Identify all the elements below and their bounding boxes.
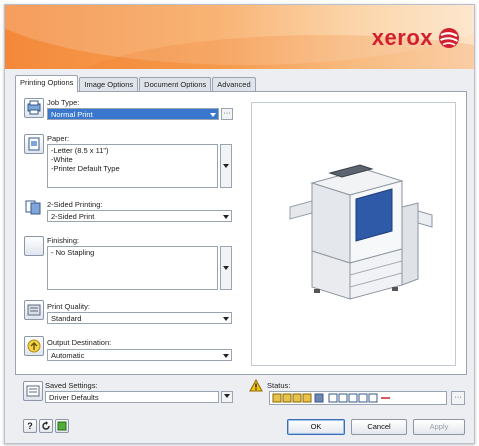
finishing-label: Finishing: xyxy=(47,236,80,245)
output-destination-icon xyxy=(24,336,44,356)
leaf-icon xyxy=(57,421,67,431)
finishing-icon xyxy=(24,236,44,256)
apply-button[interactable]: Apply xyxy=(413,419,465,435)
cancel-button[interactable]: Cancel xyxy=(351,419,407,435)
tab-image-options[interactable]: Image Options xyxy=(79,77,139,92)
restore-defaults-button[interactable] xyxy=(39,419,53,433)
eco-print-button[interactable] xyxy=(55,419,69,433)
saved-settings-select[interactable]: Driver Defaults xyxy=(45,391,219,403)
print-quality-label: Print Quality: xyxy=(47,302,90,311)
chevron-down-icon xyxy=(223,266,229,270)
printing-preferences-dialog: xerox Printing Options Image Options Doc… xyxy=(4,4,475,444)
saved-settings-dropdown-button[interactable] xyxy=(221,391,233,403)
paper-summary-box[interactable]: -Letter (8.5 x 11") -White -Printer Defa… xyxy=(47,144,218,188)
finishing-line: - No Stapling xyxy=(51,248,95,257)
xerox-ball-icon xyxy=(439,28,459,48)
job-type-icon xyxy=(24,98,44,118)
chevron-down-icon xyxy=(223,215,229,219)
xerox-logo: xerox xyxy=(372,25,460,51)
job-type-more-button[interactable]: ··· xyxy=(221,108,233,120)
printer-preview xyxy=(251,102,456,366)
printer-illustration-icon xyxy=(289,164,433,300)
tab-strip: Printing Options Image Options Document … xyxy=(15,75,257,92)
paper-size-line: -Letter (8.5 x 11") xyxy=(51,146,109,155)
status-more-button[interactable]: ··· xyxy=(451,391,465,405)
chevron-down-icon xyxy=(223,354,229,358)
tab-advanced[interactable]: Advanced xyxy=(212,77,256,92)
refresh-icon xyxy=(42,421,50,430)
tab-document-options[interactable]: Document Options xyxy=(139,77,212,92)
job-type-value: Normal Print xyxy=(51,110,93,119)
chevron-down-icon xyxy=(210,113,216,117)
paper-type-line: -Printer Default Type xyxy=(51,164,120,173)
tab-printing-options[interactable]: Printing Options xyxy=(15,75,79,92)
status-label: Status: xyxy=(267,381,291,390)
status-glyphs-icon xyxy=(272,393,390,403)
job-type-label: Job Type: xyxy=(47,98,80,107)
output-destination-select[interactable]: Automatic xyxy=(47,349,232,361)
print-quality-select[interactable]: Standard xyxy=(47,312,232,324)
help-button[interactable]: ? xyxy=(23,419,37,433)
paper-color-line: -White xyxy=(51,155,73,164)
finishing-summary-box[interactable]: - No Stapling xyxy=(47,246,218,290)
finishing-dropdown-button[interactable] xyxy=(220,246,232,290)
chevron-down-icon xyxy=(224,394,230,399)
output-destination-label: Output Destination: xyxy=(47,338,112,347)
xerox-banner: xerox xyxy=(5,5,474,69)
print-quality-value: Standard xyxy=(51,314,82,323)
two-sided-value: 2-Sided Print xyxy=(51,212,95,221)
ok-button[interactable]: OK xyxy=(287,419,345,435)
paper-label: Paper: xyxy=(47,134,70,143)
two-sided-select[interactable]: 2-Sided Print xyxy=(47,210,232,222)
saved-settings-label: Saved Settings: xyxy=(45,381,98,390)
chevron-down-icon xyxy=(223,164,229,168)
print-quality-icon xyxy=(24,300,44,320)
saved-settings-icon xyxy=(23,381,43,401)
xerox-logo-text: xerox xyxy=(371,25,433,50)
output-destination-value: Automatic xyxy=(51,351,85,360)
chevron-down-icon xyxy=(223,317,229,321)
two-sided-icon xyxy=(24,198,42,216)
job-type-select[interactable]: Normal Print xyxy=(47,108,219,120)
paper-dropdown-button[interactable] xyxy=(220,144,232,188)
paper-icon xyxy=(24,134,44,154)
printing-options-panel: Job Type: Normal Print ··· Paper: -Lette… xyxy=(15,91,467,375)
two-sided-label: 2-Sided Printing: xyxy=(47,200,103,209)
saved-settings-value: Driver Defaults xyxy=(49,393,99,402)
warning-icon xyxy=(249,379,263,392)
status-icon-strip[interactable] xyxy=(269,391,447,405)
